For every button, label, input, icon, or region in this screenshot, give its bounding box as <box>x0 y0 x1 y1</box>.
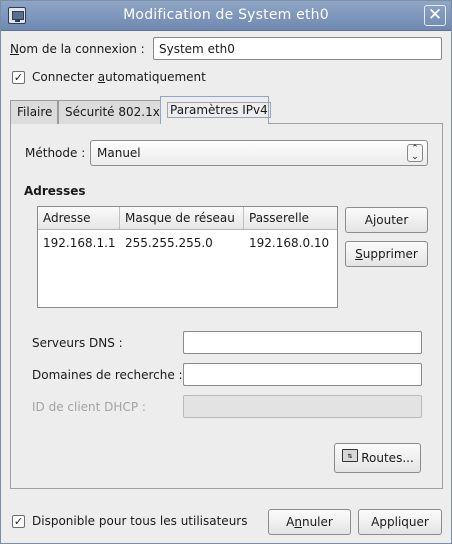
column-header-gateway[interactable]: Passerelle <box>244 207 337 229</box>
cell-address: 192.168.1.1 <box>43 236 116 250</box>
search-domains-input[interactable] <box>183 363 422 386</box>
dhcp-client-id-input <box>183 395 422 418</box>
addresses-table[interactable]: Adresse Masque de réseau Passerelle 192.… <box>37 206 338 308</box>
routes-button[interactable]: ⇅ Routes... <box>334 443 421 473</box>
add-address-button[interactable]: Ajouter <box>345 207 428 233</box>
dns-servers-input[interactable] <box>183 331 422 354</box>
column-header-address[interactable]: Adresse <box>38 207 120 229</box>
auto-connect-label: Connecter automatiquement <box>32 70 206 84</box>
close-icon[interactable]: ✕ <box>424 5 446 26</box>
connection-name-label: Nom de la connexion : <box>10 42 145 56</box>
method-select-value: Manuel <box>97 146 141 160</box>
available-all-users-checkbox[interactable]: ✓ <box>12 515 25 528</box>
connection-name-input[interactable] <box>153 37 442 60</box>
connection-editor-window: Modification de System eth0 ✕ Nom de la … <box>0 0 452 544</box>
tab-ipv4-settings[interactable]: Paramètres IPv4 <box>160 96 271 124</box>
tab-8021x-security[interactable]: Sécurité 802.1x <box>58 100 161 124</box>
method-select[interactable]: Manuel ⌃ ⌄ <box>90 140 428 166</box>
delete-address-button[interactable]: Supprimer <box>345 241 428 267</box>
apply-button[interactable]: Appliquer <box>358 509 442 535</box>
tab-wired[interactable]: Filaire <box>10 100 58 124</box>
available-all-users-label: Disponible pour tous les utilisateurs <box>32 514 248 528</box>
dns-servers-label: Serveurs DNS : <box>32 336 123 350</box>
search-domains-label: Domaines de recherche : <box>32 368 183 382</box>
cancel-button[interactable]: Annuler <box>268 509 351 535</box>
column-header-netmask[interactable]: Masque de réseau <box>120 207 244 229</box>
addresses-heading: Adresses <box>24 184 86 198</box>
window-title: Modification de System eth0 <box>123 7 329 23</box>
cell-gateway: 192.168.0.10 <box>249 236 330 250</box>
title-bar: Modification de System eth0 ✕ <box>1 1 451 31</box>
addresses-table-header: Adresse Masque de réseau Passerelle <box>38 207 337 230</box>
routes-icon: ⇅ <box>342 449 358 462</box>
dhcp-client-id-label: ID de client DHCP : <box>32 400 146 414</box>
auto-connect-checkbox[interactable]: ✓ <box>12 71 25 84</box>
cell-netmask: 255.255.255.0 <box>125 236 213 250</box>
method-label: Méthode : <box>25 146 86 160</box>
chevron-updown-icon: ⌃ ⌄ <box>407 144 423 162</box>
